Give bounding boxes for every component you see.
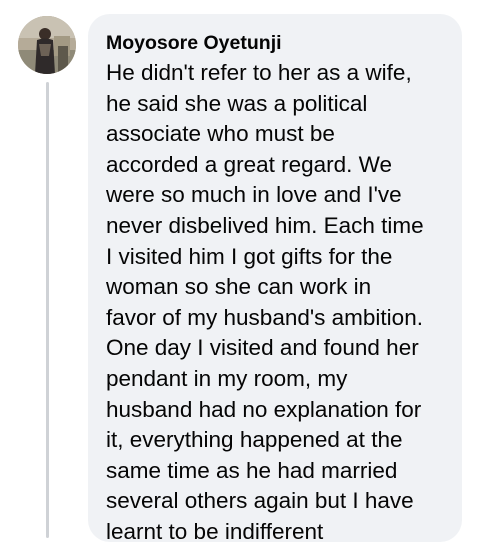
comment-author-name[interactable]: Moyosore Oyetunji [106, 30, 444, 56]
comment-text-line: it, everything happened at the [106, 427, 403, 453]
comment-bubble: Moyosore Oyetunji He didn't refer to her… [88, 14, 462, 544]
comment-text: He didn't refer to her as a wife, he sai… [106, 58, 444, 548]
comment-text-line: favor of my husband's ambition. [106, 304, 423, 330]
comment-text-line: I visited him I got gifts for the [106, 243, 393, 269]
comment-text-line: husband had no explanation for [106, 396, 422, 422]
comment: Moyosore Oyetunji He didn't refer to her… [0, 0, 477, 550]
comment-text-line: One day I visited and found her [106, 335, 419, 361]
comment-text-line: woman so she can work in [106, 274, 372, 300]
avatar[interactable] [18, 16, 76, 74]
thread-line [46, 82, 49, 538]
comment-text-line: were so much in love and I've [106, 182, 402, 208]
comment-text-line: several others again but I have [106, 488, 414, 514]
comment-text-line: he said she was a political [106, 90, 368, 116]
comment-text-line: pendant in my room, my [106, 365, 348, 391]
comment-text-line: same time as he had married [106, 457, 398, 483]
comment-text-line: never disbelived him. Each time [106, 212, 424, 238]
comment-text-line: accorded a great regard. We [106, 151, 392, 177]
comment-text-line: associate who must be [106, 121, 335, 147]
profile-photo-icon [18, 16, 76, 74]
comment-text-line: He didn't refer to her as a wife, [106, 60, 412, 85]
comment-text-line: learnt to be indifferent [106, 518, 324, 544]
